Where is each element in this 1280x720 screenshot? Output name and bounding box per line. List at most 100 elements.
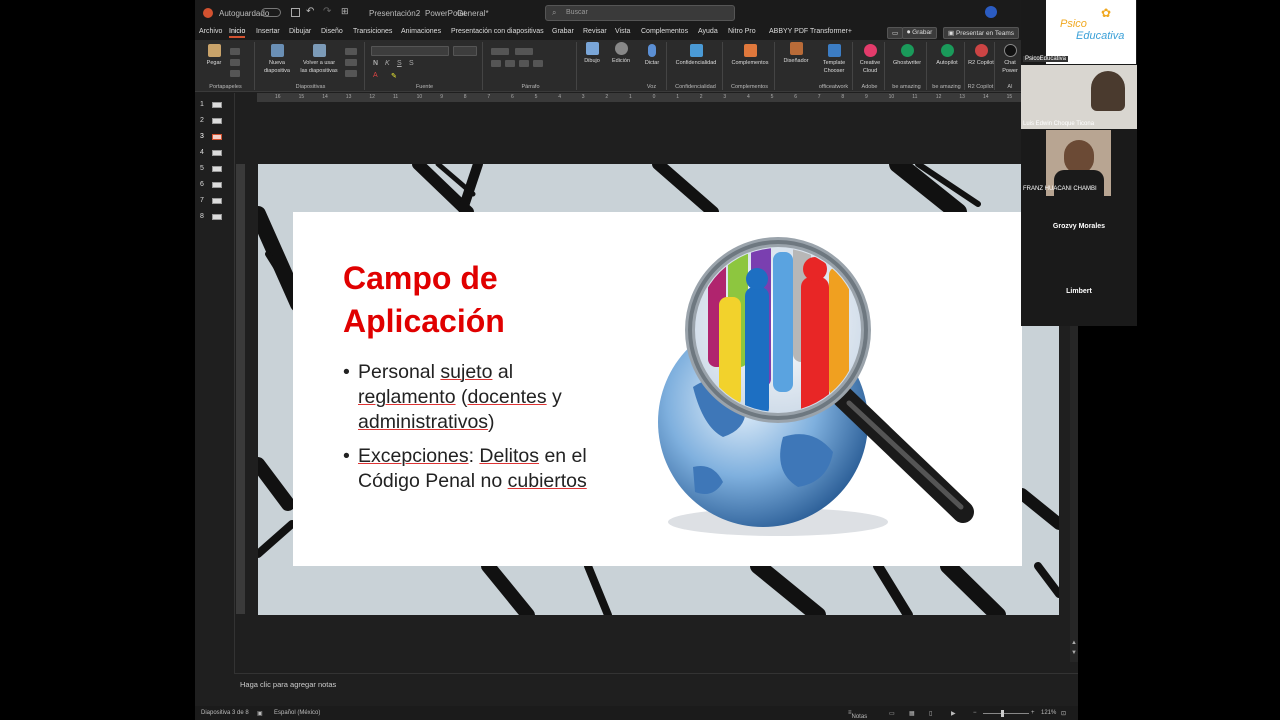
drawing-label: Dibujo (584, 58, 600, 64)
thumbnail-4[interactable]: 4 (200, 149, 222, 156)
creative-cloud-button[interactable]: Creative Cloud (855, 44, 885, 75)
thumbnail-1[interactable]: 1 (200, 101, 222, 108)
tab-complementos[interactable]: Complementos (641, 28, 688, 35)
confidentiality-button[interactable]: Confidencialidad (669, 44, 723, 67)
tab-diseno[interactable]: Diseño (321, 28, 343, 35)
participant-name-3[interactable]: Grozvy Morales (1021, 223, 1137, 230)
slide-title[interactable]: Campo de Aplicación (343, 257, 583, 343)
thumbnail-6[interactable]: 6 (200, 181, 222, 188)
chat-power-button[interactable]: Chat Power (997, 44, 1023, 75)
drawing-button[interactable]: Dibujo (581, 42, 603, 65)
zoom-level[interactable]: 121% (1041, 710, 1056, 716)
search-box[interactable]: ⌕ Buscar (545, 5, 735, 21)
comments-icon[interactable]: ▭ (887, 27, 904, 39)
tab-ayuda[interactable]: Ayuda (698, 28, 718, 35)
bullet-list[interactable]: Personal sujeto al reglamento (docentes … (343, 360, 608, 503)
user-avatar[interactable] (985, 6, 997, 18)
addins-button[interactable]: Complementos (725, 44, 775, 67)
designer-button[interactable]: Diseñador (779, 42, 813, 65)
accessibility-icon[interactable]: ▣ (257, 710, 263, 717)
bullet-text: ( (455, 386, 468, 408)
undo-icon[interactable]: ↶ (306, 6, 314, 17)
new-slide-button[interactable]: Nueva diapositiva (259, 44, 295, 75)
zoom-out-icon[interactable]: − (973, 710, 977, 716)
tab-presentacion[interactable]: Presentación con diapositivas (451, 28, 544, 35)
normal-view-icon[interactable]: ▭ (889, 710, 895, 717)
bullets-icon[interactable] (491, 48, 509, 55)
tab-vista[interactable]: Vista (615, 28, 630, 35)
thumbnail-5[interactable]: 5 (200, 165, 222, 172)
tab-archivo[interactable]: Archivo (199, 28, 222, 35)
tab-nitro-pro[interactable]: Nitro Pro (728, 28, 756, 35)
bold-icon[interactable]: N (373, 60, 378, 67)
paste-button[interactable]: Pegar (203, 44, 225, 67)
ghostwriter-icon (900, 44, 914, 57)
tab-animaciones[interactable]: Animaciones (401, 28, 441, 35)
tab-abbyy[interactable]: ABBYY PDF Transformer+ (769, 28, 852, 35)
reading-view-icon[interactable]: ▯ (929, 710, 932, 717)
section-icon[interactable] (345, 70, 357, 77)
format-painter-icon[interactable] (230, 70, 240, 77)
editing-button[interactable]: Edición (608, 42, 634, 65)
thumbnail-3[interactable]: 3 (200, 133, 222, 140)
group-label-slides: Diapositivas (295, 84, 326, 90)
thumbnail-7[interactable]: 7 (200, 197, 222, 204)
underline-icon[interactable]: S (397, 60, 402, 67)
sensitivity-label[interactable]: General* (457, 9, 489, 18)
tab-grabar[interactable]: Grabar (552, 28, 574, 35)
font-size-select[interactable] (453, 46, 477, 56)
notes-button[interactable]: ≡ Notas (848, 710, 867, 720)
autosave-toggle[interactable] (261, 8, 281, 17)
notes-pane[interactable]: Haga clic para agregar notas (234, 673, 1078, 705)
participant-tile-1[interactable] (1021, 65, 1137, 129)
align-center-icon[interactable] (505, 60, 515, 67)
group-label-ai: AI (1007, 84, 1013, 90)
thumbnail-number: 6 (200, 181, 204, 188)
highlight-icon[interactable]: ✎ (391, 72, 397, 80)
present-icon[interactable]: ⊞ (341, 6, 349, 17)
ghostwriter-button[interactable]: Ghostwriter (887, 44, 927, 67)
tab-dibujar[interactable]: Dibujar (289, 28, 311, 35)
justify-icon[interactable] (533, 60, 543, 67)
thumbnail-2[interactable]: 2 (200, 117, 222, 124)
font-color-icon[interactable]: A (373, 72, 378, 79)
font-name-select[interactable] (371, 46, 449, 56)
reset-icon[interactable] (345, 59, 357, 66)
thumbnail-number: 8 (200, 213, 204, 220)
participant-name-4[interactable]: Limbert (1021, 288, 1137, 295)
save-icon[interactable] (291, 8, 300, 17)
vertical-ruler (236, 164, 245, 614)
present-teams-button[interactable]: ▣ Presentar en Teams (943, 27, 1020, 39)
magnifier-globe-people-icon[interactable] (633, 237, 1023, 547)
layout-icon[interactable] (345, 48, 357, 55)
align-right-icon[interactable] (519, 60, 529, 67)
redo-icon[interactable]: ↷ (323, 6, 331, 17)
tab-revisar[interactable]: Revisar (583, 28, 607, 35)
slideshow-icon[interactable]: ▶ (951, 710, 956, 717)
italic-icon[interactable]: K (385, 60, 390, 67)
record-button[interactable]: ⏺ Grabar (902, 27, 938, 39)
next-slide-icon[interactable]: ▼ (1071, 650, 1077, 656)
prev-slide-icon[interactable]: ▲ (1071, 640, 1077, 646)
zoom-slider[interactable] (983, 713, 1029, 714)
slide-sorter-icon[interactable]: ▦ (909, 710, 915, 717)
r2-copilot-button[interactable]: R2 Copilot (967, 44, 995, 67)
copy-icon[interactable] (230, 59, 240, 66)
tab-transiciones[interactable]: Transiciones (353, 28, 392, 35)
thumbnail-8[interactable]: 8 (200, 213, 222, 220)
zoom-slider-thumb[interactable] (1001, 710, 1004, 717)
autopilot-button[interactable]: Autopilot (929, 44, 965, 67)
cut-icon[interactable] (230, 48, 240, 55)
tab-insertar[interactable]: Insertar (256, 28, 280, 35)
fit-slide-icon[interactable]: ⊡ (1061, 710, 1066, 717)
dictate-button[interactable]: Dictar (639, 44, 665, 67)
align-left-icon[interactable] (491, 60, 501, 67)
tab-inicio[interactable]: Inicio (229, 28, 246, 38)
reuse-slides-button[interactable]: Volver a usar las diapositivas (299, 44, 339, 75)
zoom-in-icon[interactable]: + (1031, 710, 1035, 716)
language-label[interactable]: Español (México) (274, 710, 320, 716)
slide-canvas[interactable]: Campo de Aplicación Personal sujeto al r… (258, 164, 1059, 615)
numbering-icon[interactable] (515, 48, 533, 55)
template-chooser-button[interactable]: Template Chooser (815, 44, 853, 75)
strikethrough-icon[interactable]: S (409, 60, 414, 67)
